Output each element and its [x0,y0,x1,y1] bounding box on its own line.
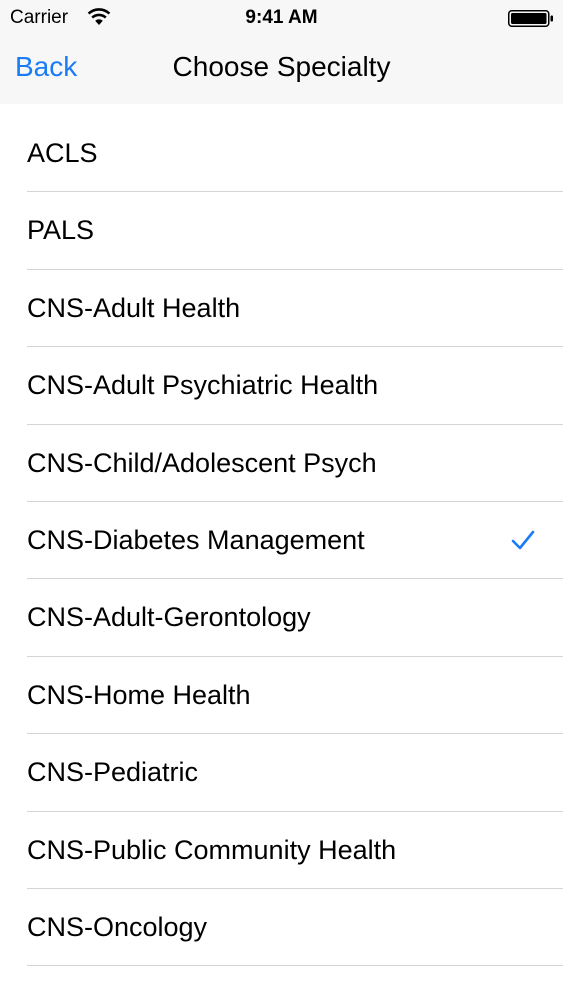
list-item[interactable]: CNS-Oncology [0,889,563,967]
list-item[interactable]: CNS-Adult Psychiatric Health [0,347,563,425]
list-item[interactable]: CNS-Diabetes Management [0,502,563,580]
navigation-bar: Back Choose Specialty [0,36,563,104]
status-time: 9:41 AM [245,7,318,28]
list-item-label: CNS-Oncology [27,911,208,942]
list-item[interactable]: ACLS [0,115,563,193]
list-item-label: CNS-Adult-Gerontology [27,602,311,633]
list-item[interactable]: CNS-Adult Health [0,270,563,348]
list-item[interactable]: CNS-Adult-Gerontology [0,579,563,658]
list-item-label: CNS-Adult Health [27,292,241,323]
checkmark-icon [511,530,535,550]
list-item[interactable]: PALS [0,192,563,271]
list-item[interactable]: CNS-Child/Adolescent Psych [0,425,563,503]
list-item-label: CNS-Public Community Health [27,834,397,865]
list-item-label: CNS-Child/Adolescent Psych [27,447,377,478]
list-item-label: CNS-Pediatric [27,757,199,788]
list-item-label: ACLS [27,138,98,168]
battery-icon [508,10,553,27]
specialty-list: ACLS PALS CNS-Adult Health CNS-Adult Psychi… [0,115,563,967]
page-title: Choose Specialty [172,51,391,82]
list-item[interactable]: CNS-Home Health [0,657,563,735]
status-bar: Carrier 9:41 AM [0,0,563,36]
list-item-label: CNS-Adult Psychiatric Health [27,370,379,401]
list-item[interactable]: CNS-Pediatric [0,734,563,812]
list-item-label: CNS-Diabetes Management [27,524,365,555]
list-item-label: PALS [27,215,95,246]
list-item-label: CNS-Home Health [27,679,251,710]
list-item[interactable]: CNS-Public Community Health [0,812,563,890]
